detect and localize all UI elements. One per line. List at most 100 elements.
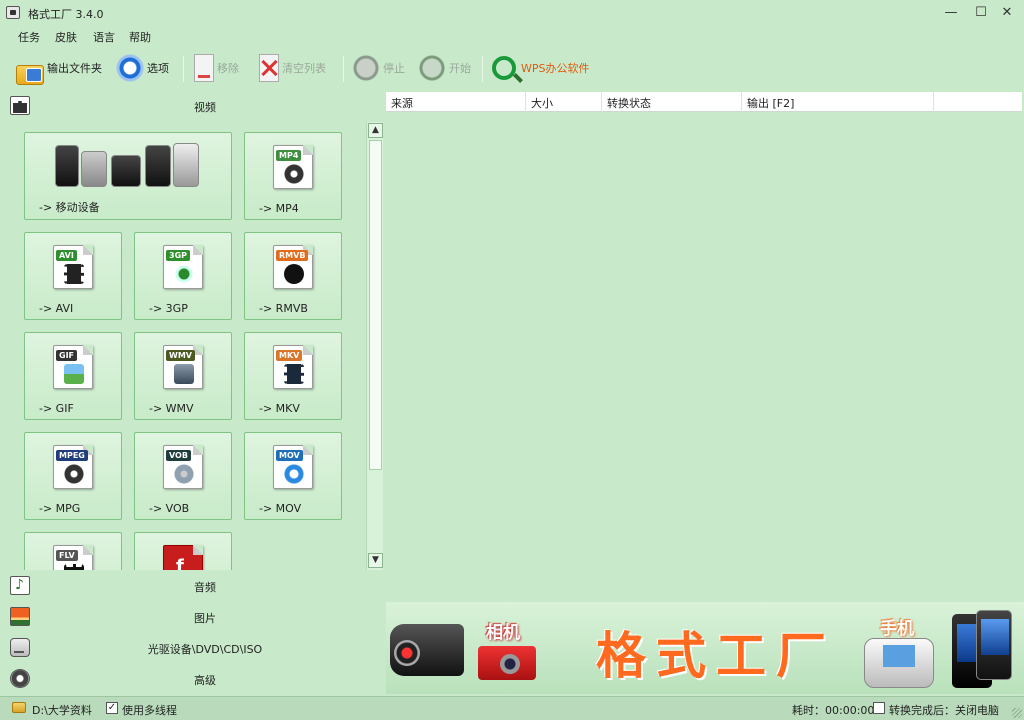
banner-camera-label: 相机: [486, 623, 520, 643]
format-3gp[interactable]: 3GP -> 3GP: [134, 232, 232, 320]
phone-icon: [864, 638, 934, 688]
format-label: -> GIF: [39, 402, 74, 415]
window-title: 格式工厂 3.4.0: [28, 8, 104, 21]
video-format-grid: -> 移动设备 MP4 -> MP4 AVI -> AVI 3GP -> 3GP…: [0, 122, 366, 570]
format-label: -> MOV: [259, 502, 302, 515]
clear-list-label: 清空列表: [282, 62, 326, 75]
rmvb-file-icon: RMVB: [273, 245, 313, 289]
format-grid-scrollbar[interactable]: ▲ ▼: [366, 122, 383, 570]
status-bar: D:\大学资料 ✓ 使用多线程 耗时：00:00:00 转换完成后：关闭电脑: [0, 696, 1024, 720]
output-folder-label: 输出文件夹: [47, 62, 102, 75]
section-audio[interactable]: 音频: [0, 570, 384, 600]
scroll-thumb[interactable]: [369, 140, 382, 470]
wps-label: WPS办公软件: [521, 62, 590, 75]
format-label: -> MP4: [259, 202, 299, 215]
stop-button[interactable]: 停止: [352, 54, 405, 82]
section-advanced[interactable]: 高级: [0, 663, 384, 693]
stop-label: 停止: [383, 62, 405, 75]
folder-icon: [16, 65, 44, 85]
format-mpg[interactable]: MPEG -> MPG: [24, 432, 122, 520]
flash-file-icon: f: [163, 545, 203, 570]
format-label: -> MPG: [39, 502, 81, 515]
banner-phone-label: 手机: [880, 619, 914, 639]
toolbar-divider: [343, 56, 344, 82]
column-output[interactable]: 输出 [F2]: [742, 92, 934, 112]
toolbar-divider: [183, 56, 184, 82]
column-source[interactable]: 来源: [386, 92, 526, 112]
output-path[interactable]: D:\大学资料: [32, 702, 92, 718]
mkv-file-icon: MKV: [273, 345, 313, 389]
phone-icon: [976, 610, 1012, 680]
start-label: 开始: [449, 62, 471, 75]
toolbar-divider: [482, 56, 483, 82]
menu-task[interactable]: 任务: [18, 29, 40, 45]
shutdown-label: 转换完成后：关闭电脑: [889, 704, 999, 717]
format-label: -> VOB: [149, 502, 190, 515]
format-mp4[interactable]: MP4 -> MP4: [244, 132, 342, 220]
menu-bar: 任务 皮肤 语言 帮助: [0, 26, 1024, 46]
format-mkv[interactable]: MKV -> MKV: [244, 332, 342, 420]
mobile-devices-icon: [51, 139, 201, 191]
format-mov[interactable]: MOV -> MOV: [244, 432, 342, 520]
title-bar: 格式工厂 3.4.0 — ☐ ✕: [0, 0, 1024, 26]
vob-file-icon: VOB: [163, 445, 203, 489]
remove-button[interactable]: 移除: [190, 54, 239, 82]
column-size[interactable]: 大小: [526, 92, 602, 112]
format-flv[interactable]: FLV: [24, 532, 122, 570]
format-rmvb[interactable]: RMVB -> RMVB: [244, 232, 342, 320]
clear-list-button[interactable]: 清空列表: [255, 54, 326, 82]
section-picture-label: 图片: [194, 612, 216, 625]
clear-list-icon: [259, 54, 279, 82]
format-label: -> RMVB: [259, 302, 308, 315]
options-icon: [116, 54, 144, 82]
gif-file-icon: GIF: [53, 345, 93, 389]
banner-title: 格式工厂: [596, 627, 836, 685]
camera-icon: [478, 646, 536, 680]
folder-icon[interactable]: [12, 702, 26, 713]
elapsed-time: 耗时：00:00:00: [792, 704, 875, 717]
start-button[interactable]: 开始: [418, 54, 471, 82]
mpeg-file-icon: MPEG: [53, 445, 93, 489]
menu-help[interactable]: 帮助: [129, 29, 151, 45]
shutdown-checkbox[interactable]: [873, 702, 885, 714]
format-gif[interactable]: GIF -> GIF: [24, 332, 122, 420]
section-picture[interactable]: 图片: [0, 601, 384, 631]
menu-language[interactable]: 语言: [93, 29, 115, 45]
format-wmv[interactable]: WMV -> WMV: [134, 332, 232, 420]
mov-file-icon: MOV: [273, 445, 313, 489]
stop-icon: [352, 54, 380, 82]
menu-skin[interactable]: 皮肤: [55, 29, 77, 45]
section-video[interactable]: 视频: [0, 90, 384, 120]
column-status[interactable]: 转换状态: [602, 92, 742, 112]
avi-file-icon: AVI: [53, 245, 93, 289]
close-button[interactable]: ✕: [996, 4, 1018, 22]
resize-grip[interactable]: [1012, 708, 1022, 718]
options-button[interactable]: 选项: [116, 54, 169, 82]
format-label: -> 移动设备: [39, 201, 100, 214]
camcorder-icon: [390, 624, 464, 676]
remove-label: 移除: [217, 62, 239, 75]
minimize-button[interactable]: —: [940, 4, 962, 22]
format-mobile-device[interactable]: -> 移动设备: [24, 132, 232, 220]
maximize-button[interactable]: ☐: [970, 4, 992, 22]
scroll-down-button[interactable]: ▼: [368, 553, 383, 568]
wps-button[interactable]: WPS办公软件: [490, 54, 590, 82]
format-label: -> MKV: [259, 402, 300, 415]
3gp-file-icon: 3GP: [163, 245, 203, 289]
section-disc-label: 光驱设备\DVD\CD\ISO: [147, 643, 263, 656]
format-swf[interactable]: f: [134, 532, 232, 570]
scroll-up-button[interactable]: ▲: [368, 123, 383, 138]
format-label: -> AVI: [39, 302, 74, 315]
output-folder-button[interactable]: 输出文件夹: [16, 54, 102, 85]
multithread-checkbox[interactable]: ✓: [106, 702, 118, 714]
flv-file-icon: FLV: [53, 545, 93, 570]
section-advanced-label: 高级: [194, 674, 216, 687]
format-vob[interactable]: VOB -> VOB: [134, 432, 232, 520]
task-list[interactable]: [386, 112, 1022, 600]
section-video-label: 视频: [194, 101, 216, 114]
section-disc[interactable]: 光驱设备\DVD\CD\ISO: [0, 632, 384, 662]
mp4-file-icon: MP4: [273, 145, 313, 189]
format-avi[interactable]: AVI -> AVI: [24, 232, 122, 320]
section-audio-label: 音频: [194, 581, 216, 594]
remove-icon: [194, 54, 214, 82]
